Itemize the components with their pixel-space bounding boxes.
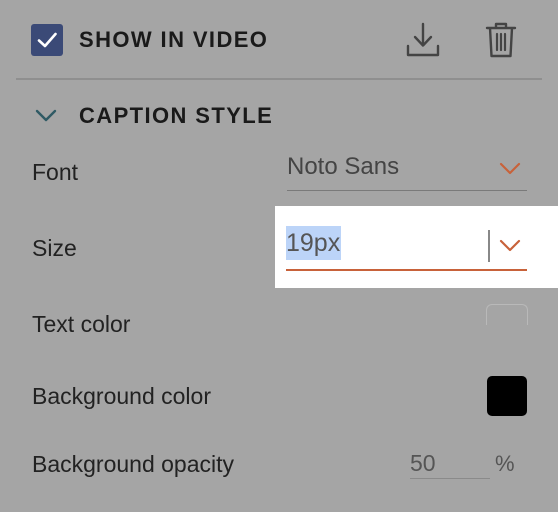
font-select[interactable]: Noto Sans xyxy=(287,150,527,191)
background-color-swatch[interactable] xyxy=(487,376,527,416)
background-opacity-label: Background opacity xyxy=(32,451,235,477)
size-select[interactable]: 19px xyxy=(286,224,527,271)
size-label: Size xyxy=(32,235,77,261)
select-separator xyxy=(488,230,490,262)
chevron-down-icon xyxy=(499,162,521,175)
caption-style-header[interactable]: CAPTION STYLE xyxy=(79,103,273,129)
show-in-video-checkbox[interactable] xyxy=(31,24,63,56)
chevron-down-icon[interactable] xyxy=(35,108,57,124)
show-in-video-label[interactable]: SHOW IN VIDEO xyxy=(79,27,268,53)
font-select-value: Noto Sans xyxy=(287,153,400,180)
background-opacity-input[interactable]: 50 xyxy=(410,448,490,479)
checkmark-icon xyxy=(37,32,57,48)
divider xyxy=(16,78,542,80)
size-select-value[interactable]: 19px xyxy=(286,226,342,260)
background-color-label: Background color xyxy=(32,383,211,409)
delete-button[interactable] xyxy=(481,19,521,61)
chevron-down-icon[interactable] xyxy=(499,239,521,253)
percent-unit: % xyxy=(495,451,515,476)
trash-icon xyxy=(485,22,517,58)
download-icon xyxy=(406,22,440,57)
download-button[interactable] xyxy=(403,19,443,61)
size-select-panel: 19px xyxy=(275,206,558,288)
text-color-swatch[interactable] xyxy=(486,304,528,325)
text-color-label: Text color xyxy=(32,311,131,337)
font-label: Font xyxy=(32,159,79,185)
background-opacity-value: 50 xyxy=(410,450,436,476)
